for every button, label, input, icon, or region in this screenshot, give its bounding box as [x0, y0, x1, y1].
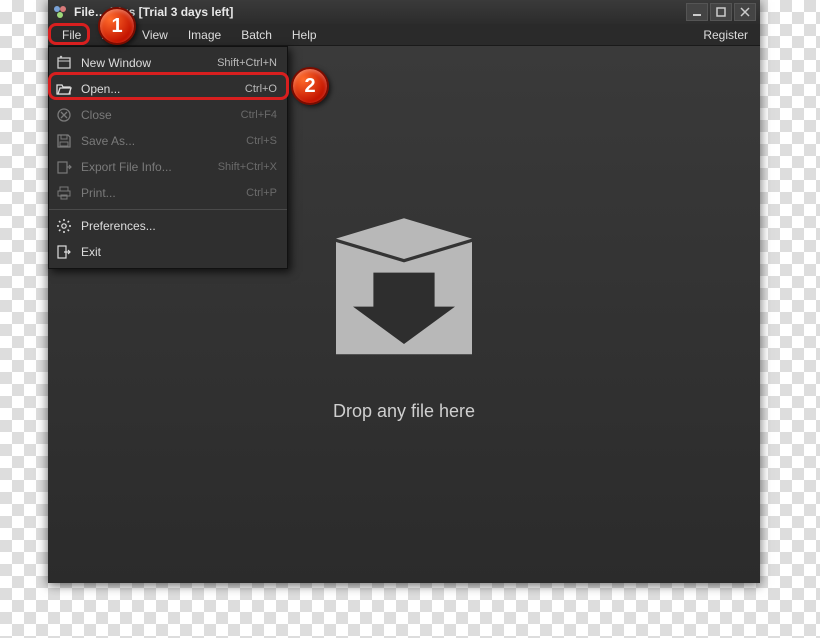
menu-separator [49, 209, 287, 210]
menu-item-shortcut: Shift+Ctrl+X [218, 161, 277, 173]
exit-icon [55, 243, 73, 261]
menu-file[interactable]: File [52, 24, 91, 45]
file-menu-dropdown: New Window Shift+Ctrl+N Open... Ctrl+O C… [48, 46, 288, 269]
gear-icon [55, 217, 73, 235]
titlebar: File… Plus [Trial 3 days left] [48, 0, 760, 24]
menu-export-file-info: Export File Info... Shift+Ctrl+X [49, 154, 287, 180]
menu-preferences[interactable]: Preferences... [49, 213, 287, 239]
close-button[interactable] [734, 3, 756, 21]
menu-new-window[interactable]: New Window Shift+Ctrl+N [49, 50, 287, 76]
print-icon [55, 184, 73, 202]
menu-item-label: Print... [81, 186, 238, 200]
menubar: File Edit View Image Batch Help Register… [48, 24, 760, 46]
menu-item-label: Save As... [81, 134, 238, 148]
menu-item-label: Preferences... [81, 219, 269, 233]
menubar-spacer [327, 24, 696, 45]
menu-print: Print... Ctrl+P [49, 180, 287, 206]
export-icon [55, 158, 73, 176]
folder-open-icon [55, 80, 73, 98]
menu-open[interactable]: Open... Ctrl+O [49, 76, 287, 102]
app-window: File… Plus [Trial 3 days left] File Edit… [48, 0, 760, 583]
close-file-icon [55, 106, 73, 124]
maximize-button[interactable] [710, 3, 732, 21]
menu-help[interactable]: Help [282, 24, 327, 45]
menu-save-as: Save As... Ctrl+S [49, 128, 287, 154]
drop-text: Drop any file here [333, 401, 475, 422]
menu-close-file: Close Ctrl+F4 [49, 102, 287, 128]
menu-item-label: Exit [81, 245, 269, 259]
menu-batch[interactable]: Batch [231, 24, 282, 45]
menu-item-label: Open... [81, 82, 237, 96]
menu-item-label: Close [81, 108, 233, 122]
drop-box-icon [319, 208, 489, 383]
menu-item-shortcut: Ctrl+O [245, 83, 277, 95]
menu-item-label: New Window [81, 56, 209, 70]
menu-item-shortcut: Ctrl+F4 [241, 109, 277, 121]
menu-view[interactable]: View [132, 24, 178, 45]
menu-item-shortcut: Ctrl+P [246, 187, 277, 199]
menu-item-shortcut: Shift+Ctrl+N [217, 57, 277, 69]
menu-item-label: Export File Info... [81, 160, 210, 174]
new-window-icon [55, 54, 73, 72]
menu-image[interactable]: Image [178, 24, 231, 45]
window-controls [686, 3, 756, 21]
menu-edit[interactable]: Edit [91, 24, 132, 45]
window-title: File… Plus [Trial 3 days left] [74, 5, 686, 19]
menu-exit[interactable]: Exit [49, 239, 287, 265]
app-icon [52, 4, 68, 20]
save-icon [55, 132, 73, 150]
menu-item-shortcut: Ctrl+S [246, 135, 277, 147]
minimize-button[interactable] [686, 3, 708, 21]
menu-register[interactable]: Register [695, 24, 756, 45]
